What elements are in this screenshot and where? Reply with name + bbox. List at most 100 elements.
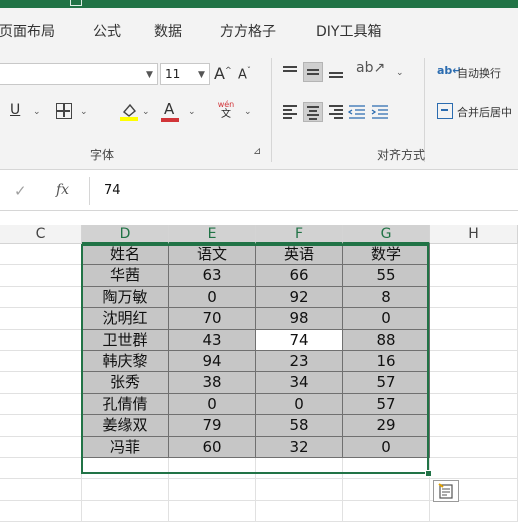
table-cell[interactable]: 0 bbox=[343, 308, 430, 330]
border-icon[interactable] bbox=[56, 103, 72, 119]
font-name-select[interactable] bbox=[0, 63, 158, 85]
wrap-text-button[interactable]: 自动换行 bbox=[457, 65, 501, 81]
table-cell[interactable]: 88 bbox=[343, 329, 430, 351]
table-cell[interactable]: 57 bbox=[343, 393, 430, 416]
chevron-down-icon[interactable]: ⌄ bbox=[188, 107, 196, 117]
table-cell[interactable]: 98 bbox=[256, 308, 343, 330]
orientation-icon[interactable]: ab↗ bbox=[356, 60, 385, 76]
formula-input[interactable]: 74 bbox=[104, 183, 121, 198]
chevron-down-icon[interactable]: ⌄ bbox=[396, 68, 404, 78]
chevron-down-icon[interactable]: ⌄ bbox=[142, 107, 150, 117]
table-cell[interactable]: 34 bbox=[256, 372, 343, 394]
empty-cell[interactable] bbox=[0, 436, 82, 458]
empty-cell[interactable] bbox=[430, 458, 518, 480]
empty-cell[interactable] bbox=[0, 308, 82, 330]
table-cell[interactable]: 0 bbox=[343, 436, 430, 458]
table-cell[interactable]: 沈明红 bbox=[82, 308, 169, 330]
align-right-icon[interactable] bbox=[326, 102, 346, 122]
empty-cell[interactable] bbox=[0, 265, 82, 287]
chevron-down-icon[interactable]: ⌄ bbox=[244, 107, 252, 117]
table-cell[interactable]: 张秀 bbox=[82, 372, 169, 394]
insert-function-button[interactable]: fx bbox=[56, 182, 69, 198]
empty-cell[interactable] bbox=[430, 436, 518, 458]
font-color-button[interactable]: A bbox=[164, 100, 174, 118]
table-cell[interactable]: 8 bbox=[343, 286, 430, 309]
table-cell[interactable]: 0 bbox=[169, 286, 256, 309]
empty-cell[interactable] bbox=[0, 500, 82, 523]
quick-analysis-button[interactable] bbox=[433, 480, 459, 502]
empty-cell[interactable] bbox=[430, 351, 518, 373]
empty-cell[interactable] bbox=[430, 500, 518, 523]
empty-cell[interactable] bbox=[430, 372, 518, 394]
chevron-down-icon[interactable]: ▼ bbox=[198, 70, 205, 80]
empty-cell[interactable] bbox=[430, 265, 518, 287]
empty-cell[interactable] bbox=[0, 351, 82, 373]
middle-align-icon[interactable] bbox=[303, 62, 323, 82]
column-header[interactable]: H bbox=[430, 225, 518, 244]
empty-cell[interactable] bbox=[343, 500, 430, 523]
empty-cell[interactable] bbox=[343, 458, 430, 480]
empty-cell[interactable] bbox=[0, 458, 82, 480]
enter-check-icon[interactable]: ✓ bbox=[14, 182, 27, 200]
table-cell[interactable]: 冯菲 bbox=[82, 436, 169, 458]
column-header[interactable]: D bbox=[82, 225, 169, 244]
empty-cell[interactable] bbox=[169, 458, 256, 480]
table-cell[interactable]: 94 bbox=[169, 351, 256, 373]
fill-color-icon[interactable] bbox=[120, 102, 138, 122]
table-cell[interactable]: 79 bbox=[169, 415, 256, 437]
table-cell[interactable]: 韩庆黎 bbox=[82, 351, 169, 373]
empty-cell[interactable] bbox=[430, 286, 518, 309]
table-cell[interactable]: 38 bbox=[169, 372, 256, 394]
table-cell[interactable]: 卫世群 bbox=[82, 329, 169, 351]
dialog-launcher-icon[interactable]: ⊿ bbox=[253, 146, 261, 157]
empty-cell[interactable] bbox=[256, 500, 343, 523]
empty-cell[interactable] bbox=[169, 500, 256, 523]
active-cell[interactable]: 74 bbox=[256, 329, 343, 351]
empty-cell[interactable] bbox=[430, 244, 518, 266]
phonetic-guide-icon[interactable]: wén 文 bbox=[216, 100, 236, 122]
grow-font-button[interactable]: A^ bbox=[214, 64, 232, 83]
tab-data[interactable]: 数据 bbox=[154, 21, 182, 41]
fill-handle[interactable] bbox=[425, 470, 432, 477]
table-cell[interactable]: 58 bbox=[256, 415, 343, 437]
empty-cell[interactable] bbox=[430, 308, 518, 330]
table-header-cell[interactable]: 英语 bbox=[256, 244, 343, 266]
empty-cell[interactable] bbox=[0, 244, 82, 266]
merge-center-icon[interactable] bbox=[437, 103, 453, 119]
table-header-cell[interactable]: 姓名 bbox=[82, 244, 169, 266]
table-cell[interactable]: 66 bbox=[256, 265, 343, 287]
column-header[interactable]: G bbox=[343, 225, 430, 244]
empty-cell[interactable] bbox=[0, 415, 82, 437]
table-cell[interactable]: 0 bbox=[256, 393, 343, 416]
empty-cell[interactable] bbox=[82, 500, 169, 523]
tab-diy-toolbox[interactable]: DIY工具箱 bbox=[316, 21, 381, 41]
empty-cell[interactable] bbox=[430, 415, 518, 437]
empty-cell[interactable] bbox=[0, 329, 82, 351]
shrink-font-button[interactable]: Aˇ bbox=[238, 66, 251, 82]
table-cell[interactable]: 70 bbox=[169, 308, 256, 330]
column-header[interactable]: F bbox=[256, 225, 343, 244]
align-left-icon[interactable] bbox=[280, 102, 300, 122]
table-cell[interactable]: 华茜 bbox=[82, 265, 169, 287]
empty-cell[interactable] bbox=[256, 479, 343, 501]
table-cell[interactable]: 陶万敏 bbox=[82, 286, 169, 309]
empty-cell[interactable] bbox=[256, 458, 343, 480]
table-cell[interactable]: 32 bbox=[256, 436, 343, 458]
table-header-cell[interactable]: 语文 bbox=[169, 244, 256, 266]
empty-cell[interactable] bbox=[0, 372, 82, 394]
tab-page-layout[interactable]: 页面布局 bbox=[0, 21, 55, 41]
table-cell[interactable]: 60 bbox=[169, 436, 256, 458]
tab-fangfang-gezi[interactable]: 方方格子 bbox=[220, 21, 276, 41]
merge-center-button[interactable]: 合并后居中 bbox=[457, 104, 512, 120]
top-align-icon[interactable] bbox=[280, 62, 300, 82]
table-cell[interactable]: 29 bbox=[343, 415, 430, 437]
empty-cell[interactable] bbox=[430, 393, 518, 416]
quick-access-icon[interactable] bbox=[70, 0, 82, 6]
empty-cell[interactable] bbox=[169, 479, 256, 501]
table-cell[interactable]: 43 bbox=[169, 329, 256, 351]
empty-cell[interactable] bbox=[0, 479, 82, 501]
table-cell[interactable]: 63 bbox=[169, 265, 256, 287]
chevron-down-icon[interactable]: ▼ bbox=[146, 70, 153, 80]
increase-indent-icon[interactable] bbox=[370, 102, 390, 122]
table-cell[interactable]: 55 bbox=[343, 265, 430, 287]
